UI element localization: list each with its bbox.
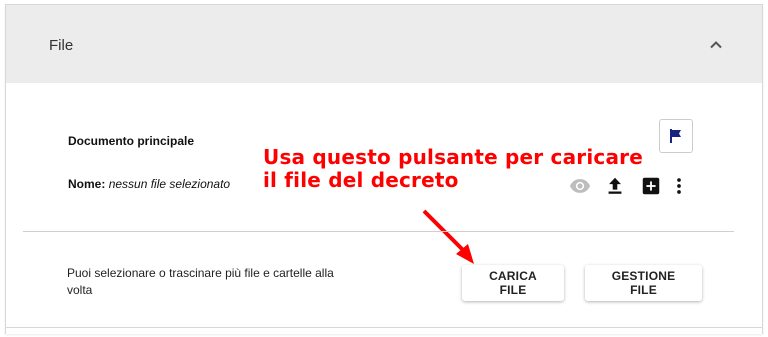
add-box-icon[interactable] <box>640 175 662 197</box>
annotation-arrow <box>422 209 474 264</box>
panel-title: File <box>49 37 74 54</box>
panel-header[interactable]: File <box>6 5 762 83</box>
flag-icon <box>670 129 681 143</box>
more-vert-icon[interactable] <box>668 175 690 197</box>
annotation-line-2: il file del decreto <box>263 168 459 192</box>
chevron-up-icon[interactable] <box>706 35 726 55</box>
document-heading: Documento principale <box>68 134 195 148</box>
file-name-label: Nome: <box>68 177 106 191</box>
upload-help-text: Puoi selezionare o trascinare più file e… <box>67 266 334 297</box>
annotation-callout: Usa questo pulsante per caricare il file… <box>263 146 643 192</box>
manage-files-button[interactable]: GESTIONE FILE <box>585 265 702 301</box>
section-divider <box>23 231 734 232</box>
annotation-line-1: Usa questo pulsante per caricare <box>263 145 643 169</box>
panel-bottom-border <box>5 327 763 328</box>
load-file-button[interactable]: CARICA FILE <box>462 265 564 301</box>
file-name-line: Nome: nessun file selezionato <box>68 177 230 191</box>
flag-button[interactable] <box>659 119 693 153</box>
file-name-value: nessun file selezionato <box>108 177 231 191</box>
